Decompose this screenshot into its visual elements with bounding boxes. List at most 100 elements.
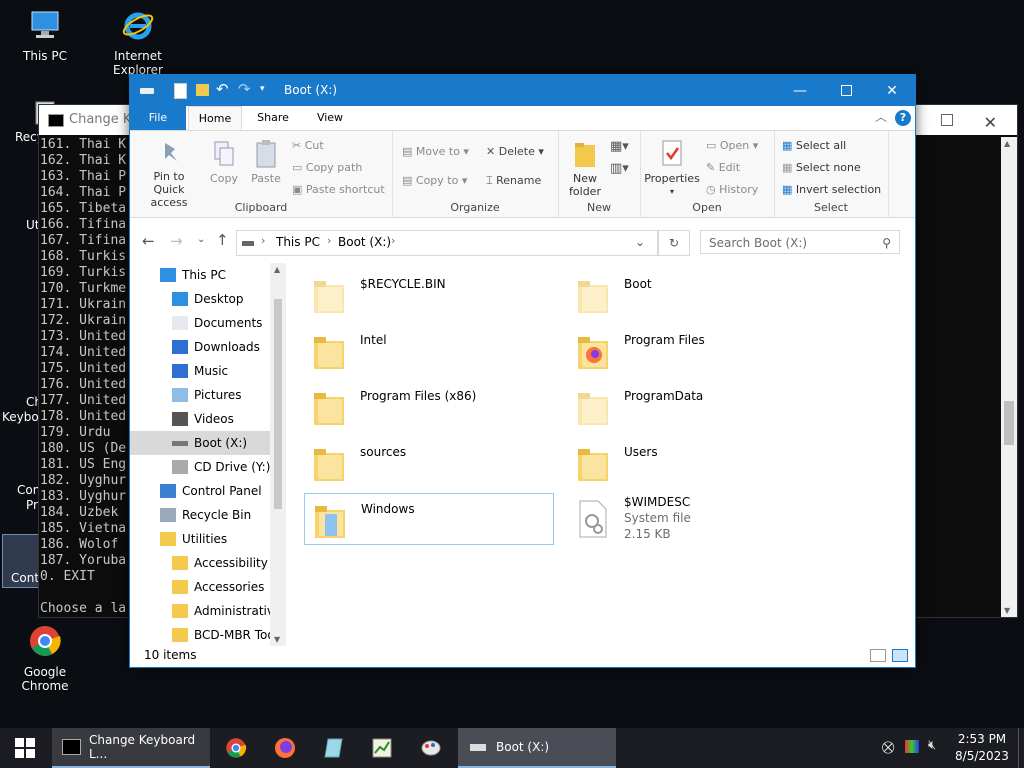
nav-scrollbar[interactable]: ▲ ▼: [270, 263, 286, 646]
file-item[interactable]: Program Files (x86): [304, 381, 554, 433]
copy-path-button[interactable]: ▭ Copy path: [292, 161, 362, 174]
tab-file[interactable]: File: [130, 106, 186, 130]
desktop-icon-recycle-bin[interactable]: Recy: [0, 96, 55, 146]
breadcrumb-this-pc[interactable]: This PC: [276, 235, 320, 249]
paste-button[interactable]: Paste: [246, 139, 286, 185]
maximize-icon[interactable]: [941, 114, 953, 126]
file-item[interactable]: Windows: [304, 493, 554, 545]
taskbar-chrome[interactable]: [212, 728, 260, 768]
display-icon[interactable]: [905, 740, 919, 753]
nav-item[interactable]: Boot (X:): [130, 431, 272, 455]
explorer-window[interactable]: ↶ ↷ ▾ Boot (X:) — ✕ File Home Share View…: [129, 74, 916, 668]
move-to-button[interactable]: ▤ Move to ▾: [402, 145, 469, 158]
breadcrumb-boot[interactable]: Boot (X:): [338, 235, 391, 249]
tab-home[interactable]: Home: [188, 106, 242, 130]
taskbar-app-5[interactable]: [407, 728, 455, 768]
cut-button[interactable]: ✂ Cut: [292, 139, 324, 152]
select-none-icon: ▦: [782, 161, 796, 174]
properties-button[interactable]: Properties ▾: [644, 139, 700, 198]
search-input[interactable]: Search Boot (X:) ⚲: [700, 230, 900, 254]
nav-item[interactable]: Downloads: [130, 335, 272, 359]
new-item-icon[interactable]: ▦▾: [610, 139, 629, 154]
undo-icon[interactable]: ↶: [216, 80, 229, 98]
history-button[interactable]: ◷ History: [706, 183, 758, 196]
recent-locations-icon[interactable]: ⌄: [197, 234, 205, 245]
taskbar-app-3[interactable]: [310, 728, 358, 768]
desktop-icon-control-selected[interactable]: Contro: [2, 534, 51, 588]
properties-qat-icon[interactable]: [174, 83, 187, 99]
nav-item[interactable]: Documents: [130, 311, 272, 335]
paste-shortcut-button[interactable]: ▣ Paste shortcut: [292, 183, 385, 196]
nav-item[interactable]: Music: [130, 359, 272, 383]
maximize-button[interactable]: [823, 75, 869, 106]
forward-icon[interactable]: →: [170, 232, 183, 250]
nav-item[interactable]: This PC: [130, 263, 272, 287]
nav-item[interactable]: Desktop: [130, 287, 272, 311]
taskbar-app-4[interactable]: [358, 728, 406, 768]
file-item[interactable]: $WIMDESC System file 2.15 KB: [568, 493, 818, 545]
volume-muted-icon[interactable]: 🔇︎: [928, 738, 936, 753]
invert-selection-button[interactable]: ▦ Invert selection: [782, 183, 881, 196]
clock[interactable]: 2:53 PM 8/5/2023: [955, 731, 1009, 765]
qat-dropdown-icon[interactable]: ▾: [260, 84, 265, 94]
address-bar[interactable]: › This PC › Boot (X:) › ⌄: [236, 230, 658, 256]
taskbar-item-boot[interactable]: Boot (X:): [458, 728, 616, 768]
tab-view[interactable]: View: [302, 106, 358, 130]
network-icon[interactable]: ⛒: [882, 740, 894, 755]
console-scrollbar[interactable]: ▼ ▲: [1001, 137, 1017, 617]
close-button[interactable]: ✕: [869, 75, 915, 106]
explorer-titlebar[interactable]: ↶ ↷ ▾ Boot (X:) — ✕: [130, 75, 915, 106]
start-button[interactable]: [0, 728, 50, 768]
desktop-icon-this-pc[interactable]: This PC: [0, 8, 90, 63]
desktop-icon-google-chrome[interactable]: Google Chrome: [0, 624, 90, 693]
file-item[interactable]: Users: [568, 437, 818, 489]
desktop-icon-internet-explorer[interactable]: Internet Explorer: [93, 8, 183, 77]
new-folder-qat-icon[interactable]: [196, 84, 209, 96]
select-none-button[interactable]: ▦ Select none: [782, 161, 861, 174]
tab-share[interactable]: Share: [246, 106, 300, 130]
select-all-button[interactable]: ▦ Select all: [782, 139, 846, 152]
show-desktop-button[interactable]: [1018, 728, 1024, 768]
nav-item[interactable]: Videos: [130, 407, 272, 431]
file-item[interactable]: Intel: [304, 325, 554, 377]
back-icon[interactable]: ←: [142, 232, 155, 250]
taskbar-firefox[interactable]: [261, 728, 309, 768]
file-item[interactable]: Program Files: [568, 325, 818, 377]
taskbar-item-change-keyboard[interactable]: Change Keyboard L...: [52, 728, 210, 768]
redo-icon[interactable]: ↷: [238, 80, 251, 98]
status-bar: 10 items: [130, 643, 915, 667]
collapse-ribbon-icon[interactable]: ︿: [875, 108, 887, 125]
copy-button[interactable]: Copy: [204, 139, 244, 185]
nav-item[interactable]: Administrative: [130, 599, 281, 623]
help-icon[interactable]: ?: [895, 110, 911, 126]
folder-icon: [160, 532, 176, 546]
nav-item[interactable]: Accessibility: [130, 551, 272, 575]
refresh-button[interactable]: ↻: [658, 230, 690, 256]
pin-to-quick-access-button[interactable]: Pin to Quick access: [136, 139, 202, 209]
address-dropdown-icon[interactable]: ⌄: [635, 235, 645, 249]
minimize-button[interactable]: —: [777, 75, 823, 106]
file-list[interactable]: $RECYCLE.BIN Boot Intel Program Files Progra…: [290, 263, 915, 646]
file-item[interactable]: sources: [304, 437, 554, 489]
edit-button[interactable]: ✎ Edit: [706, 161, 740, 174]
file-item[interactable]: Boot: [568, 269, 818, 321]
new-folder-button[interactable]: New folder: [562, 139, 608, 198]
nav-item[interactable]: Control Panel: [130, 479, 272, 503]
nav-item[interactable]: Recycle Bin: [130, 503, 272, 527]
rename-button[interactable]: ⌶ Rename: [486, 174, 541, 188]
open-button[interactable]: ▭ Open ▾: [706, 139, 758, 152]
large-icons-view-icon[interactable]: [892, 649, 908, 662]
nav-item[interactable]: Utilities: [130, 527, 272, 551]
easy-access-icon[interactable]: ▥▾: [610, 161, 629, 176]
nav-item[interactable]: Accessories: [130, 575, 272, 599]
delete-button[interactable]: ✕ Delete ▾: [486, 145, 544, 158]
file-item[interactable]: ProgramData: [568, 381, 818, 433]
up-icon[interactable]: ↑: [216, 231, 229, 249]
details-view-icon[interactable]: [870, 649, 886, 662]
nav-item[interactable]: Pictures: [130, 383, 272, 407]
file-item[interactable]: $RECYCLE.BIN: [304, 269, 554, 321]
nav-item[interactable]: CD Drive (Y:) H: [130, 455, 283, 479]
close-icon[interactable]: ✕: [984, 108, 997, 138]
navigation-pane[interactable]: This PC Desktop Documents Downloads Music Pic…: [130, 263, 286, 646]
copy-to-button[interactable]: ▤ Copy to ▾: [402, 174, 467, 187]
